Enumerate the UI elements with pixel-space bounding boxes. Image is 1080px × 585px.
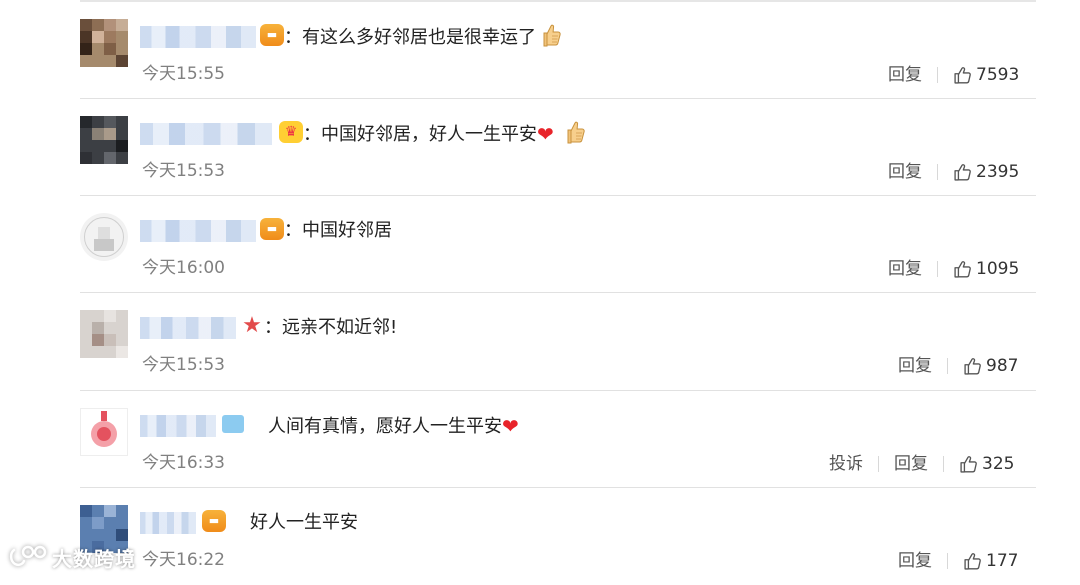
thumbs-up-icon [959,454,979,474]
like-count: 987 [986,356,1019,376]
avatar[interactable] [80,310,128,358]
like-button[interactable]: 7593 [953,65,1019,85]
username-blurred[interactable] [140,123,272,145]
comment-time: 今天16:33 [142,453,225,473]
avatar[interactable] [80,116,128,164]
reply-button[interactable]: 回复 [898,354,932,378]
comment-item: ▬ ：中国好邻居 今天16:00 回复 1095 [0,196,1080,293]
comment-actions: 回复 2395 [888,159,1019,185]
complain-button[interactable]: 投诉 [829,452,863,476]
star-badge-icon: ★ [242,313,262,338]
username-blurred[interactable] [140,317,236,339]
action-separator [937,67,938,83]
reply-button[interactable]: 回复 [898,549,932,573]
action-separator [947,358,948,374]
comment-text: ：远亲不如近邻! [264,317,398,338]
reply-button[interactable]: 回复 [888,257,922,281]
thumbs-up-icon [953,65,973,85]
like-button[interactable]: 177 [963,551,1018,571]
comment-item: ♛ ：中国好邻居，好人一生平安❤ 今天15:53 回复 2395 [0,99,1080,196]
action-separator [937,261,938,277]
comment-actions: 回复 987 [898,353,1018,379]
comment-time: 今天15:55 [142,64,225,84]
heart-emoji-icon: ❤ [537,122,554,146]
comment-time: 今天15:53 [142,355,225,375]
thumbs-up-icon [963,551,983,571]
thumbs-up-icon [953,162,973,182]
comment-actions: 投诉 回复 325 [829,451,1014,477]
username-blurred[interactable] [140,512,196,534]
comment-actions: 回复 1095 [888,256,1019,282]
like-count: 7593 [976,65,1020,85]
comment-actions: 回复 7593 [888,62,1019,88]
username-blurred[interactable] [140,26,256,48]
like-button[interactable]: 2395 [953,162,1019,182]
thumbs-up-emoji-icon [540,22,562,48]
avatar[interactable] [80,213,128,261]
like-count: 2395 [976,162,1020,182]
like-count: 177 [986,551,1019,571]
watermark-text: 大数跨境 [52,546,136,571]
comment-text: ：中国好邻居 [284,220,392,241]
member-badge-icon: ▬ [202,510,226,532]
comment-item: ▬ 好人一生平安 今天16:22 回复 177 [0,488,1080,585]
comment-item: 人间有真情，愿好人一生平安❤ 今天16:33 投诉 回复 325 [0,391,1080,488]
action-separator [878,456,879,472]
comment-actions: 回复 177 [898,548,1018,574]
like-button[interactable]: 1095 [953,259,1019,279]
username-blurred[interactable] [140,220,256,242]
action-separator [943,456,944,472]
reply-button[interactable]: 回复 [888,63,922,87]
comment-text: 好人一生平安 [250,512,358,533]
thumbs-up-emoji-icon [564,119,586,145]
like-button[interactable]: 987 [963,356,1018,376]
thumbs-up-icon [953,259,973,279]
username-blurred[interactable] [140,415,216,437]
shirt-badge-icon [222,415,244,433]
action-separator [947,553,948,569]
comment-item: ★ ：远亲不如近邻! 今天15:53 回复 987 [0,293,1080,390]
member-badge-icon: ▬ [260,218,284,240]
comment-time: 今天15:53 [142,161,225,181]
comment-text: ：中国好邻居，好人一生平安❤ [303,119,586,149]
brand-logo-icon [9,545,47,567]
comment-text: 人间有真情，愿好人一生平安❤ [268,414,519,438]
like-button[interactable]: 325 [959,454,1014,474]
comment-text: ：有这么多好邻居也是很幸运了 [284,22,562,52]
action-separator [937,164,938,180]
avatar[interactable] [80,19,128,67]
comment-item: ▬ ：有这么多好邻居也是很幸运了 今天15:55 回复 7593 [0,2,1080,99]
avatar[interactable] [80,408,128,456]
reply-button[interactable]: 回复 [888,160,922,184]
member-badge-icon: ▬ [260,24,284,46]
heart-emoji-icon: ❤ [502,414,519,438]
comment-time: 今天16:22 [142,550,225,570]
thumbs-up-icon [963,356,983,376]
reply-button[interactable]: 回复 [894,452,928,476]
watermark: 大数跨境 [8,540,136,574]
like-count: 1095 [976,259,1020,279]
like-count: 325 [982,454,1015,474]
crown-badge-icon: ♛ [279,121,303,143]
comment-time: 今天16:00 [142,258,225,278]
